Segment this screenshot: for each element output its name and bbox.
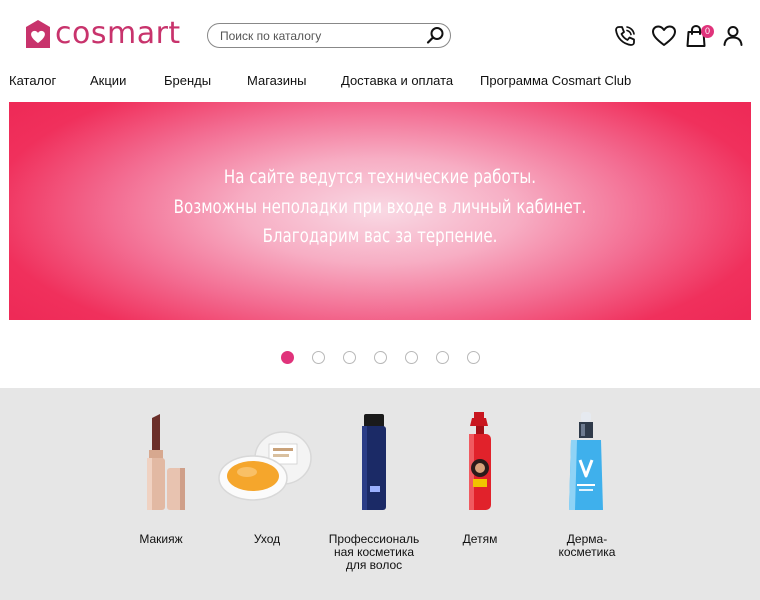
slider-dot[interactable] [343, 351, 356, 364]
phone-icon[interactable] [612, 23, 638, 49]
banner-text-line: На сайте ведутся технические работы. [223, 166, 537, 188]
banner-text-line: Возможны неполадки при входе в личный ка… [173, 196, 587, 218]
nav-item-promotions[interactable]: Акции [90, 73, 126, 88]
logo-text: cosmart [55, 16, 181, 51]
category-pro-hair[interactable]: Профессиональ ная косметика для волос [324, 412, 424, 572]
banner-text-line: Благодарим вас за терпение. [262, 225, 498, 247]
kids-spray-image [469, 412, 491, 510]
category-makeup[interactable]: Макияж [111, 412, 211, 546]
slider-dot[interactable] [374, 351, 387, 364]
user-icon[interactable] [720, 23, 746, 49]
category-label: Уход [253, 532, 281, 546]
search-input[interactable] [220, 27, 420, 44]
nav-item-brands[interactable]: Бренды [164, 73, 211, 88]
cart-count-badge: 0 [701, 25, 714, 38]
lipstick-image [147, 414, 185, 510]
nav-item-catalog[interactable]: Каталог [9, 73, 56, 88]
category-label: Профессиональ ная косметика для волос [328, 532, 420, 572]
slider-dot[interactable] [436, 351, 449, 364]
heart-icon[interactable] [651, 23, 677, 49]
category-label: Дерма- косметика [558, 532, 616, 559]
category-kids[interactable]: Детям [430, 412, 530, 546]
nav-item-stores[interactable]: Магазины [247, 73, 307, 88]
logo-mark-icon [26, 20, 50, 48]
slider-dot[interactable] [467, 351, 480, 364]
serum-bottle-image [569, 412, 603, 510]
header: cosmart 0 [0, 0, 760, 70]
eye-patches-image [218, 431, 312, 501]
category-care[interactable]: Уход [217, 412, 317, 546]
category-section: Макияж Уход Профессиональ ная косметика … [0, 388, 760, 600]
category-label: Детям [462, 532, 498, 546]
nav-item-delivery[interactable]: Доставка и оплата [341, 73, 453, 88]
search-icon[interactable] [424, 25, 446, 45]
slider-pagination [281, 351, 481, 365]
nav-item-club[interactable]: Программа Cosmart Club [480, 73, 631, 88]
slider-dot[interactable] [312, 351, 325, 364]
category-derma[interactable]: Дерма- косметика [537, 412, 637, 559]
category-label: Макияж [139, 532, 183, 546]
hero-banner[interactable]: На сайте ведутся технические работы. Воз… [9, 102, 751, 320]
shampoo-bottle-image [362, 414, 386, 510]
slider-dot[interactable] [281, 351, 294, 364]
logo[interactable]: cosmart [25, 17, 181, 51]
slider-dot[interactable] [405, 351, 418, 364]
search-box [207, 23, 451, 48]
main-nav: Каталог Акции Бренды Магазины Доставка и… [0, 70, 760, 92]
